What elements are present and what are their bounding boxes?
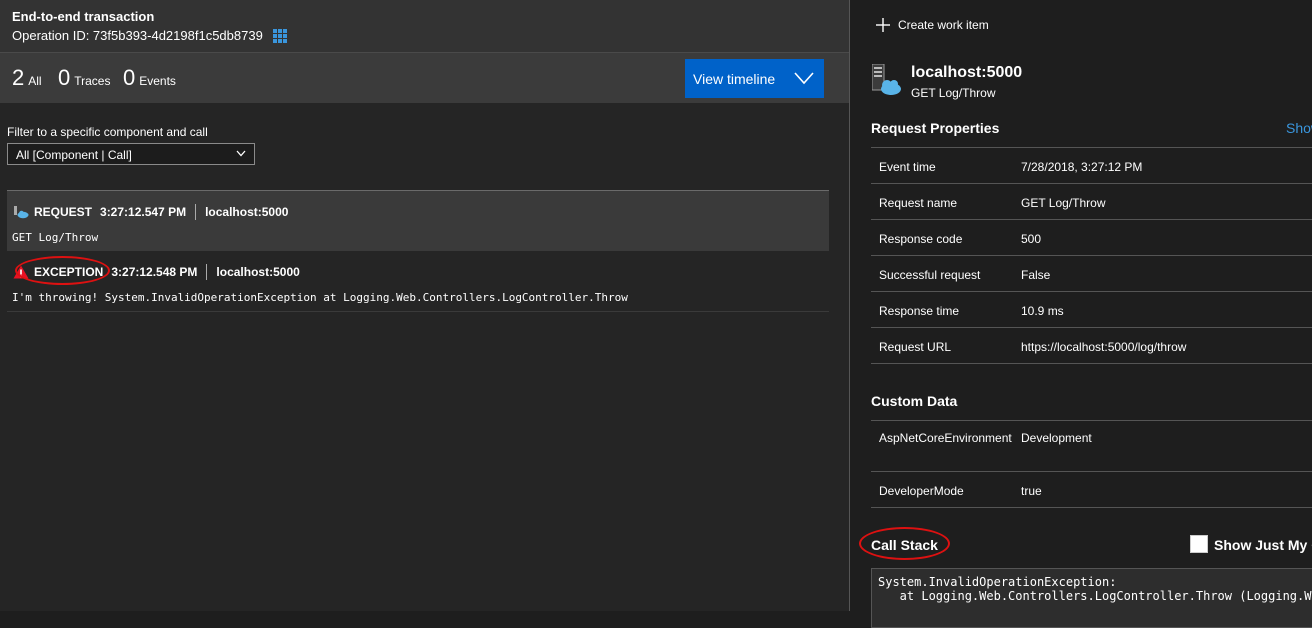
property-value: GET Log/Throw <box>1021 183 1312 220</box>
show-link[interactable]: Show <box>1286 120 1312 136</box>
property-row: Request URL https://localhost:5000/log/t… <box>871 327 1312 364</box>
call-stack-code: System.InvalidOperationException: at Log… <box>871 568 1312 628</box>
view-timeline-label: View timeline <box>693 70 776 87</box>
property-row: Response time 10.9 ms <box>871 291 1312 328</box>
request-row-header: REQUEST 3:27:12.547 PM localhost:5000 <box>13 204 288 220</box>
exception-row[interactable]: EXCEPTION 3:27:12.548 PM localhost:5000 … <box>7 251 829 312</box>
show-just-my-code-checkbox[interactable] <box>1190 535 1208 553</box>
custom-data-title: Custom Data <box>871 393 958 409</box>
property-row: Event time 7/28/2018, 3:27:12 PM <box>871 147 1312 184</box>
row-time: 3:27:12.548 PM <box>111 265 198 279</box>
row-host: localhost:5000 <box>205 205 289 219</box>
property-key: Request URL <box>871 327 1021 364</box>
server-cloud-icon <box>872 64 901 95</box>
property-key: Response code <box>871 219 1021 256</box>
property-row: Request name GET Log/Throw <box>871 183 1312 220</box>
property-row: Response code 500 <box>871 219 1312 256</box>
property-row: AspNetCoreEnvironment Development <box>871 420 1312 472</box>
transaction-panel: End-to-end transaction Operation ID: 73f… <box>0 0 849 611</box>
property-key: Response time <box>871 291 1021 328</box>
property-value: 10.9 ms <box>1021 291 1312 328</box>
divider <box>195 204 197 220</box>
detail-host: localhost:5000 <box>911 64 1023 81</box>
property-key: Request name <box>871 183 1021 220</box>
count-traces[interactable]: 0 Traces <box>58 65 110 91</box>
row-host: localhost:5000 <box>216 265 300 279</box>
transaction-header: End-to-end transaction Operation ID: 73f… <box>0 0 849 53</box>
property-value: https://localhost:5000/log/throw <box>1021 327 1312 364</box>
chevron-down-icon <box>236 150 246 157</box>
property-value: true <box>1021 471 1312 508</box>
row-type: REQUEST <box>34 205 93 219</box>
create-work-item-label: Create work item <box>898 18 989 32</box>
count-all-label: All <box>28 74 42 88</box>
call-stack-highlight-oval <box>859 527 950 560</box>
row-time: 3:27:12.547 PM <box>100 205 187 219</box>
property-value: False <box>1021 255 1312 292</box>
operation-id-text: Operation ID: 73f5b393-4d2198f1c5db8739 <box>12 28 263 43</box>
request-properties-table: Event time 7/28/2018, 3:27:12 PM Request… <box>871 147 1312 364</box>
filter-selected-value: All [Component | Call] <box>16 148 132 162</box>
transaction-rows: REQUEST 3:27:12.547 PM localhost:5000 GE… <box>7 190 829 312</box>
property-key: DeveloperMode <box>871 471 1021 508</box>
count-events-label: Events <box>139 74 176 88</box>
count-traces-number: 0 <box>58 65 71 90</box>
page-title: End-to-end transaction <box>12 9 155 24</box>
show-just-my-code-label[interactable]: Show Just My C <box>1214 537 1312 553</box>
request-row[interactable]: REQUEST 3:27:12.547 PM localhost:5000 GE… <box>7 190 829 251</box>
component-filter-select[interactable]: All [Component | Call] <box>7 143 255 165</box>
view-timeline-button[interactable]: View timeline <box>685 59 824 98</box>
count-all-number: 2 <box>12 65 25 90</box>
row-detail: I'm throwing! System.InvalidOperationExc… <box>12 291 628 304</box>
counts-bar: 2 All 0 Traces 0 Events View timeline <box>0 53 849 103</box>
property-value: 7/28/2018, 3:27:12 PM <box>1021 147 1312 184</box>
property-row: DeveloperMode true <box>871 471 1312 508</box>
property-row: Successful request False <box>871 255 1312 292</box>
operation-id: Operation ID: 73f5b393-4d2198f1c5db8739 <box>12 28 287 43</box>
chevron-down-icon <box>794 72 814 85</box>
copy-grid-icon[interactable] <box>272 28 287 43</box>
request-properties-title: Request Properties <box>871 120 1000 136</box>
create-work-item-button[interactable]: Create work item <box>876 18 989 32</box>
cloud-server-icon <box>14 206 29 219</box>
property-value: 500 <box>1021 219 1312 256</box>
count-events[interactable]: 0 Events <box>123 65 176 91</box>
exception-highlight-oval <box>15 256 110 285</box>
property-value: Development <box>1021 420 1312 472</box>
detail-operation: GET Log/Throw <box>911 86 996 100</box>
details-panel: Create work item localhost:5000 GET Log/… <box>849 0 1312 628</box>
count-events-number: 0 <box>123 65 136 90</box>
count-traces-label: Traces <box>74 74 111 88</box>
property-key: Successful request <box>871 255 1021 292</box>
property-key: Event time <box>871 147 1021 184</box>
custom-data-table: AspNetCoreEnvironment Development Develo… <box>871 420 1312 508</box>
divider <box>206 264 208 280</box>
count-all[interactable]: 2 All <box>12 65 42 91</box>
row-detail: GET Log/Throw <box>12 231 99 244</box>
filter-label: Filter to a specific component and call <box>7 125 208 139</box>
property-key: AspNetCoreEnvironment <box>871 420 1021 472</box>
plus-icon <box>876 18 890 32</box>
